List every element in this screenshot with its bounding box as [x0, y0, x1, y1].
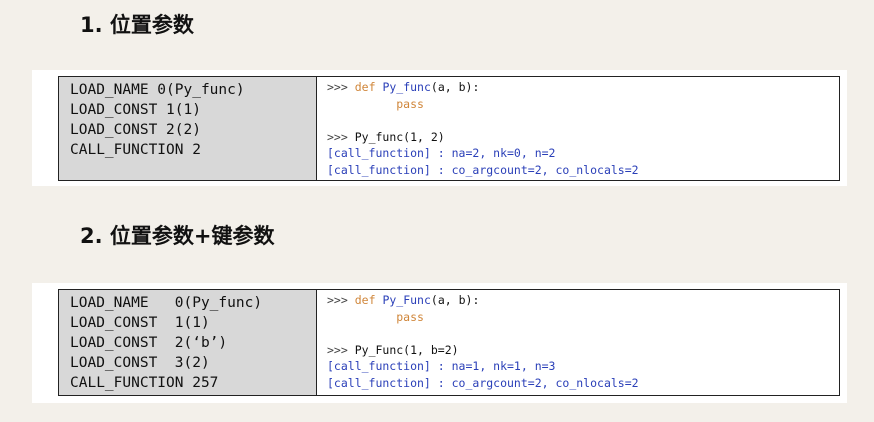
call-expression: Py_func(1, 2)	[354, 129, 445, 144]
bytecode-line: LOAD_CONST 3(2)	[70, 355, 210, 371]
section2-bytecode: LOAD_NAME 0(Py_func) LOAD_CONST 1(1) LOA…	[59, 290, 317, 395]
bytecode-line: LOAD_NAME 0(Py_func)	[70, 295, 263, 311]
function-args: (a, b):	[430, 80, 480, 94]
pass-line: pass	[327, 96, 839, 113]
section1-code-table: LOAD_NAME 0(Py_func) LOAD_CONST 1(1) LOA…	[58, 76, 840, 181]
section1-heading: 1. 位置参数	[80, 13, 194, 37]
bytecode-line: LOAD_CONST 1(1)	[70, 102, 201, 118]
section1-panel: LOAD_NAME 0(Py_func) LOAD_CONST 1(1) LOA…	[32, 70, 847, 186]
prompt: >>>	[327, 342, 348, 357]
call-line: >>> Py_Func(1, b=2)	[327, 342, 839, 359]
function-name: Py_Func	[382, 293, 431, 307]
function-args: (a, b):	[430, 293, 480, 307]
bytecode-line: LOAD_CONST 2(‘b’)	[70, 335, 228, 351]
def-keyword: def	[354, 80, 376, 94]
prompt: >>>	[327, 80, 348, 94]
def-line: >>> def Py_func(a, b):	[327, 79, 839, 96]
section1-python-session: >>> def Py_func(a, b): pass >>> Py_func(…	[317, 77, 839, 180]
bytecode-line: LOAD_CONST 1(1)	[70, 315, 210, 331]
section2-panel: LOAD_NAME 0(Py_func) LOAD_CONST 1(1) LOA…	[32, 283, 847, 403]
bytecode-line: LOAD_NAME 0(Py_func)	[70, 82, 245, 98]
pass-line: pass	[327, 309, 839, 326]
output-line: [call_function] : na=2, nk=0, n=2	[327, 146, 556, 160]
output-line: [call_function] : co_argcount=2, co_nloc…	[327, 375, 639, 390]
def-line: >>> def Py_Func(a, b):	[327, 292, 839, 309]
bytecode-line: CALL_FUNCTION 257	[70, 375, 219, 391]
bytecode-line: CALL_FUNCTION 2	[70, 142, 201, 158]
call-line: >>> Py_func(1, 2)	[327, 129, 839, 146]
output-line: [call_function] : na=1, nk=1, n=3	[327, 359, 556, 373]
prompt: >>>	[327, 129, 348, 144]
section2-python-session: >>> def Py_Func(a, b): pass >>> Py_Func(…	[317, 290, 839, 395]
section2-code-table: LOAD_NAME 0(Py_func) LOAD_CONST 1(1) LOA…	[58, 289, 840, 396]
bytecode-line: LOAD_CONST 2(2)	[70, 122, 201, 138]
pass-keyword: pass	[396, 309, 424, 324]
output-line: [call_function] : co_argcount=2, co_nloc…	[327, 162, 639, 177]
pass-keyword: pass	[396, 96, 424, 111]
def-keyword: def	[354, 293, 376, 307]
call-expression: Py_Func(1, b=2)	[354, 342, 459, 357]
section1-bytecode: LOAD_NAME 0(Py_func) LOAD_CONST 1(1) LOA…	[59, 77, 317, 180]
prompt: >>>	[327, 293, 348, 307]
section2-heading: 2. 位置参数+键参数	[80, 224, 275, 248]
function-name: Py_func	[382, 80, 431, 94]
